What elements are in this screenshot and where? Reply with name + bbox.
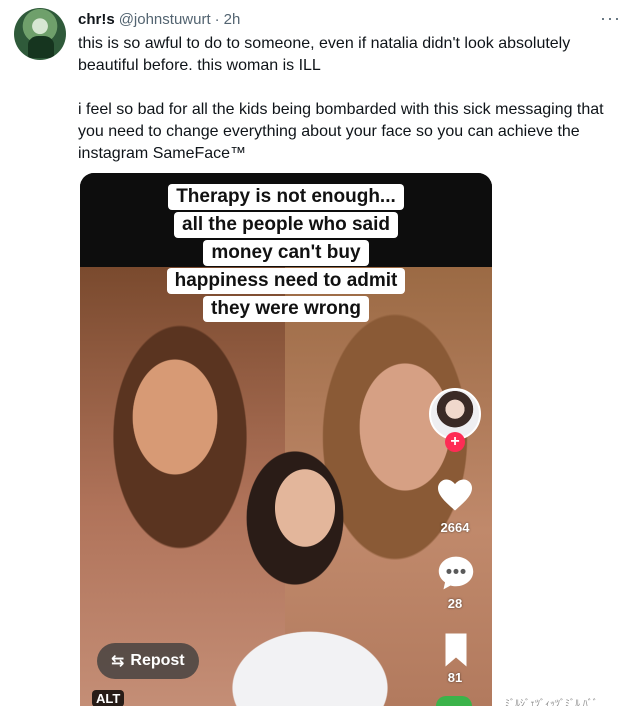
- caption-line: they were wrong: [203, 296, 369, 322]
- tweet-header: chr!s @johnstuwurt · 2h: [78, 8, 240, 30]
- tweet-text: this is so awful to do to someone, even …: [78, 33, 623, 165]
- repost-button[interactable]: ⇆ Repost: [97, 643, 199, 679]
- author-avatar[interactable]: [14, 8, 66, 60]
- caption-line: Therapy is not enough...: [168, 184, 404, 210]
- music-disc-icon: [436, 696, 472, 706]
- alt-badge[interactable]: ALT: [92, 690, 125, 706]
- bookmark-icon[interactable]: [440, 632, 472, 670]
- saves-count: 81: [447, 670, 463, 685]
- music-ticker: ﾐﾞﾙｼﾞｪﾂﾞｨｯﾂﾞﾐﾞﾙ ﾊﾞﾞ: [505, 699, 598, 706]
- tweet-paragraph: this is so awful to do to someone, even …: [78, 35, 571, 74]
- video-caption: Therapy is not enough... all the people …: [80, 182, 492, 322]
- more-options-icon[interactable]: ···: [600, 8, 621, 29]
- caption-line: all the people who said: [174, 212, 398, 238]
- comment-icon[interactable]: [436, 555, 476, 593]
- comments-count: 28: [447, 596, 463, 611]
- caption-line: money can't buy: [203, 240, 369, 266]
- tweet-media[interactable]: Therapy is not enough... all the people …: [80, 173, 492, 706]
- follow-plus-icon[interactable]: +: [445, 432, 465, 452]
- likes-count: 2664: [440, 520, 470, 535]
- tweet: chr!s @johnstuwurt · 2h ··· this is so a…: [0, 0, 633, 706]
- tweet-paragraph: i feel so bad for all the kids being bom…: [78, 101, 604, 162]
- tweet-timestamp[interactable]: 2h: [224, 11, 241, 28]
- repost-icon: ⇆: [111, 653, 125, 670]
- header-separator: ·: [214, 10, 220, 28]
- author-handle[interactable]: @johnstuwurt: [119, 11, 211, 28]
- author-name[interactable]: chr!s: [78, 11, 115, 28]
- heart-icon[interactable]: [435, 478, 475, 514]
- repost-label: Repost: [130, 652, 185, 669]
- photo-foreground-face: [180, 438, 410, 706]
- caption-line: happiness need to admit: [166, 268, 406, 294]
